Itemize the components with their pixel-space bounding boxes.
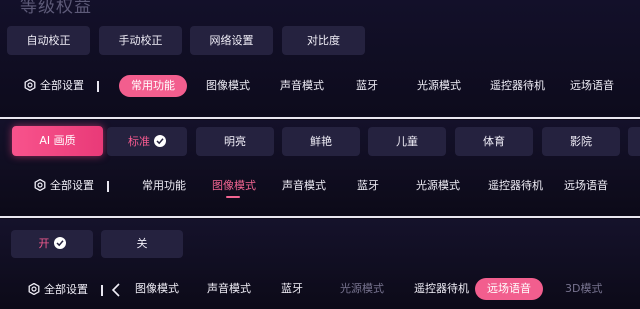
tab-picture-mode[interactable]: 图像模式 xyxy=(206,75,250,97)
all-settings-label: 全部设置 xyxy=(40,79,84,92)
tab-remote-standby[interactable]: 遥控器待机 xyxy=(488,175,543,197)
chip-bright[interactable]: 明亮 xyxy=(196,127,274,156)
tab-picture-mode[interactable]: 图像模式 xyxy=(212,175,256,197)
separator xyxy=(97,81,99,92)
all-settings-button[interactable]: 全部设置 xyxy=(24,75,84,97)
tab-far-field-voice[interactable]: 远场语音 xyxy=(475,278,543,300)
tab-bluetooth[interactable]: 蓝牙 xyxy=(357,175,379,197)
chip-sports[interactable]: 体育 xyxy=(455,127,533,156)
check-icon xyxy=(53,237,66,249)
separator xyxy=(101,285,103,296)
chip-off[interactable]: 关 xyxy=(101,230,183,258)
tab-3d-mode[interactable]: 3D模式 xyxy=(565,278,602,300)
divider xyxy=(0,216,640,218)
tab-light-source-mode[interactable]: 光源模式 xyxy=(417,75,461,97)
tab-light-source-mode[interactable]: 光源模式 xyxy=(340,278,384,300)
tab-sound-mode[interactable]: 声音模式 xyxy=(280,75,324,97)
chip-vivid[interactable]: 鲜艳 xyxy=(282,127,360,156)
gear-icon xyxy=(34,178,46,192)
gear-icon xyxy=(24,78,36,92)
tab-remote-standby[interactable]: 遥控器待机 xyxy=(490,75,545,97)
gear-icon xyxy=(28,282,40,296)
chip-cinema[interactable]: 影院 xyxy=(542,127,620,156)
all-settings-label: 全部设置 xyxy=(50,179,94,192)
tab-far-field-voice[interactable]: 远场语音 xyxy=(564,175,608,197)
tab-common-functions[interactable]: 常用功能 xyxy=(119,75,187,97)
tab-light-source-mode[interactable]: 光源模式 xyxy=(416,175,460,197)
chip-partial[interactable] xyxy=(628,127,640,156)
all-settings-button[interactable]: 全部设置 xyxy=(28,279,88,301)
separator xyxy=(107,181,109,192)
chip-on[interactable]: 开 xyxy=(11,230,93,258)
all-settings-label: 全部设置 xyxy=(44,283,88,296)
tab-picture-mode[interactable]: 图像模式 xyxy=(135,278,179,300)
chip-contrast[interactable]: 对比度 xyxy=(282,26,365,55)
settings-panel-2: AI 画质 标准 明亮 鲜艳 儿童 体育 影院 全部设置 常用功能 图像模式 声… xyxy=(0,120,640,216)
chip-standard[interactable]: 标准 xyxy=(107,127,187,156)
chip-ai-picture-quality[interactable]: AI 画质 xyxy=(12,126,103,156)
tab-sound-mode[interactable]: 声音模式 xyxy=(282,175,326,197)
tab-bluetooth[interactable]: 蓝牙 xyxy=(356,75,378,97)
chip-auto-correction[interactable]: 自动校正 xyxy=(7,26,90,55)
chip-manual-correction[interactable]: 手动校正 xyxy=(99,26,182,55)
chip-kids[interactable]: 儿童 xyxy=(368,127,446,156)
check-icon xyxy=(154,135,166,147)
tab-focus-underline xyxy=(226,196,240,198)
settings-panel-1: 等级权益 自动校正 手动校正 网络设置 对比度 全部设置 常用功能 图像模式 声… xyxy=(0,0,640,117)
tab-bluetooth[interactable]: 蓝牙 xyxy=(281,278,303,300)
settings-panel-3: 开 关 全部设置 图像模式 声音模式 蓝牙 光源模式 遥控器待机 远场语音 3D… xyxy=(0,219,640,309)
chip-on-label: 开 xyxy=(38,237,50,250)
tab-remote-standby[interactable]: 遥控器待机 xyxy=(414,278,469,300)
all-settings-button[interactable]: 全部设置 xyxy=(34,175,94,197)
chip-standard-label: 标准 xyxy=(128,135,150,148)
tab-far-field-voice[interactable]: 远场语音 xyxy=(570,75,614,97)
chevron-left-icon[interactable] xyxy=(111,283,121,297)
chip-network-settings[interactable]: 网络设置 xyxy=(190,26,273,55)
section-title: 等级权益 xyxy=(20,0,92,17)
tab-common-functions[interactable]: 常用功能 xyxy=(142,175,186,197)
divider xyxy=(0,117,640,119)
tab-sound-mode[interactable]: 声音模式 xyxy=(207,278,251,300)
